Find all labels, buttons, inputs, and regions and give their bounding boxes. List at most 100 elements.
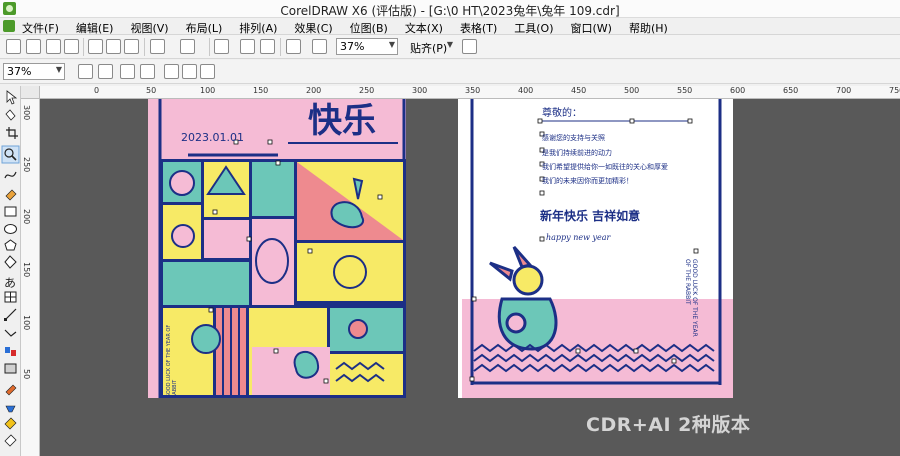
- menu-tools[interactable]: 工具(O): [514, 20, 553, 36]
- application-launcher-icon[interactable]: [286, 39, 301, 54]
- menu-file[interactable]: 文件(F): [22, 20, 59, 36]
- document-icon[interactable]: [3, 20, 15, 32]
- dimension-tool-icon[interactable]: [4, 308, 17, 321]
- save-icon[interactable]: [46, 39, 61, 54]
- property-bar: 37% ▼: [0, 60, 900, 84]
- poster-left-side-text: GOOD LUCK OF THE YEAR OF RABBIT: [166, 324, 178, 398]
- ruler-label: 700: [836, 86, 852, 95]
- redo-icon[interactable]: [180, 39, 195, 54]
- ruler-label: 450: [571, 86, 587, 95]
- ruler-label: 150: [22, 262, 31, 278]
- zoom-to-all-objects-icon[interactable]: [140, 64, 155, 79]
- zoom-to-selected-icon[interactable]: [120, 64, 135, 79]
- export-icon[interactable]: [260, 39, 275, 54]
- toolbox-icons: あ: [1, 90, 20, 447]
- welcome-screen-icon[interactable]: [312, 39, 327, 54]
- cell-teal: [252, 162, 294, 216]
- drawing-canvas[interactable]: 快乐 2023.01.01 GOOD LUCK OF THE YEAR OF R…: [40, 99, 900, 456]
- menu-text[interactable]: 文本(X): [405, 20, 443, 36]
- standard-toolbar: 37% ▼ 贴齐(P) ▼: [0, 35, 900, 59]
- new-document-icon[interactable]: [6, 39, 21, 54]
- flower-motif: [348, 319, 368, 339]
- coin-motif: [333, 255, 367, 289]
- menu-bitmaps[interactable]: 位图(B): [350, 20, 388, 36]
- text-tool-icon[interactable]: あ: [4, 276, 16, 290]
- pick-tool-icon[interactable]: [6, 90, 18, 105]
- table-tool-icon[interactable]: [4, 291, 17, 303]
- basic-shapes-tool-icon[interactable]: [4, 255, 17, 269]
- script-greeting: happy new year: [546, 233, 611, 242]
- fill-tool-icon[interactable]: [4, 417, 17, 430]
- menu-help[interactable]: 帮助(H): [629, 20, 668, 36]
- print-icon[interactable]: [64, 39, 79, 54]
- zoom-to-page-icon[interactable]: [164, 64, 179, 79]
- poster-right-artwork: [462, 99, 733, 398]
- search-content-icon[interactable]: [214, 39, 229, 54]
- undo-icon[interactable]: [150, 39, 165, 54]
- shape-tool-icon[interactable]: [5, 109, 16, 121]
- outline-tool-icon[interactable]: [5, 405, 16, 413]
- copy-icon[interactable]: [106, 39, 121, 54]
- cell-pink: [204, 220, 249, 258]
- ruler-label: 600: [730, 86, 746, 95]
- menu-table[interactable]: 表格(T): [460, 20, 497, 36]
- message-line-4: 我们的未来因你而更加精彩！: [542, 177, 633, 185]
- interactive-fill-tool-icon[interactable]: [4, 434, 17, 447]
- poster-page-left[interactable]: 快乐 2023.01.01 GOOD LUCK OF THE YEAR OF R…: [148, 99, 406, 398]
- title-bar: CorelDRAW X6 (评估版) - [G:\0 HT\2023兔年\兔年 …: [0, 0, 900, 18]
- chevron-down-icon: ▼: [388, 40, 395, 49]
- ruler-label: 550: [677, 86, 693, 95]
- zoom-level-value: 37%: [340, 40, 365, 53]
- menu-edit[interactable]: 编辑(E): [76, 20, 114, 36]
- ruler-origin[interactable]: [21, 86, 40, 99]
- zoom-in-icon[interactable]: [78, 64, 93, 79]
- window-title: CorelDRAW X6 (评估版) - [G:\0 HT\2023兔年\兔年 …: [280, 4, 620, 18]
- zoom-to-height-icon[interactable]: [200, 64, 215, 79]
- snap-to-button[interactable]: 贴齐(P) ▼: [406, 38, 456, 55]
- eyedropper-tool-icon[interactable]: [5, 384, 17, 396]
- ruler-label: 650: [783, 86, 799, 95]
- crop-tool-icon[interactable]: [6, 127, 18, 139]
- import-icon[interactable]: [240, 39, 255, 54]
- vertical-ruler[interactable]: 300 250 200 150 100 50: [21, 99, 40, 456]
- poster-page-right[interactable]: 尊敬的： 感谢您的支持与关照 是我们持续前进的动力 我们希望提供给你一如既往的关…: [458, 99, 733, 398]
- menu-layout[interactable]: 布局(L): [186, 20, 223, 36]
- menu-effects[interactable]: 效果(C): [294, 20, 332, 36]
- zoom-to-width-icon[interactable]: [182, 64, 197, 79]
- ruler-label: 250: [22, 157, 31, 173]
- greeting-text: 尊敬的：: [542, 108, 582, 119]
- zoom-levels-select[interactable]: 37% ▼: [3, 63, 65, 80]
- toolbar-separator: [83, 38, 84, 56]
- horizontal-ruler[interactable]: 0 50 100 150 200 250 300 350 400 450 500…: [40, 86, 900, 99]
- poster-right-side-text: GOOD LUCK OF THE YEAR OF THE RABBIT: [684, 259, 698, 337]
- poster-left-date: 2023.01.01: [181, 131, 244, 144]
- cut-icon[interactable]: [88, 39, 103, 54]
- svg-text:あ: あ: [4, 276, 16, 290]
- ruler-label: 500: [624, 86, 640, 95]
- menu-arrange[interactable]: 排列(A): [239, 20, 277, 36]
- ruler-label: 200: [22, 209, 31, 225]
- rectangle-tool-icon[interactable]: [4, 206, 17, 217]
- options-icon[interactable]: [462, 39, 477, 54]
- transparency-tool-icon[interactable]: [4, 363, 17, 374]
- interactive-blend-tool-icon[interactable]: [5, 347, 16, 356]
- open-icon[interactable]: [26, 39, 41, 54]
- ruler-label: 200: [306, 86, 322, 95]
- rabbit-ear: [512, 246, 533, 269]
- ellipse-tool-icon[interactable]: [4, 224, 17, 234]
- ruler-label: 400: [518, 86, 534, 95]
- ruler-label: 100: [22, 315, 31, 331]
- ruler-label: 0: [94, 86, 100, 95]
- menu-view[interactable]: 视图(V): [130, 20, 168, 36]
- fan-motif: [169, 170, 195, 196]
- smart-fill-tool-icon[interactable]: [5, 189, 17, 201]
- zoom-out-icon[interactable]: [98, 64, 113, 79]
- freehand-tool-icon[interactable]: [4, 171, 17, 179]
- ruler-label: 100: [200, 86, 216, 95]
- zoom-tool-icon[interactable]: [1, 145, 20, 164]
- connector-tool-icon[interactable]: [4, 329, 17, 337]
- paste-icon[interactable]: [124, 39, 139, 54]
- polygon-tool-icon[interactable]: [4, 239, 17, 251]
- zoom-level-select[interactable]: 37% ▼: [336, 38, 398, 55]
- menu-window[interactable]: 窗口(W): [571, 20, 612, 36]
